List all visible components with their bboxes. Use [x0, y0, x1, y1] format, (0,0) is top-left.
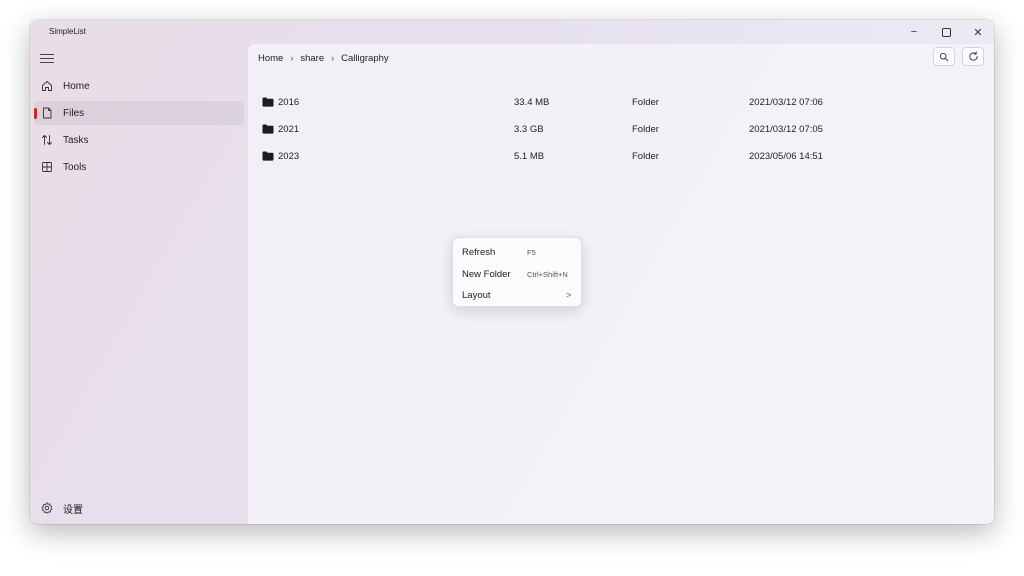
sidebar-item-label: Home — [63, 80, 90, 92]
maximize-icon — [941, 27, 951, 37]
minimize-icon: − — [910, 26, 918, 38]
menu-item-shortcut: Ctrl+Shift+N — [527, 269, 568, 279]
file-name: 2016 — [278, 96, 300, 108]
file-name: 2023 — [278, 150, 300, 162]
file-icon — [41, 107, 53, 119]
refresh-button[interactable] — [962, 47, 984, 66]
maximize-button[interactable] — [930, 20, 962, 44]
file-size: 33.4 MB — [514, 96, 550, 108]
close-button[interactable]: ✕ — [962, 20, 994, 44]
home-icon — [41, 80, 53, 92]
menu-item-label: Layout — [462, 289, 491, 301]
sidebar-item-tasks[interactable]: Tasks — [34, 128, 244, 152]
file-type: Folder — [632, 96, 659, 108]
chevron-right-icon: › — [331, 53, 335, 63]
menu-toggle-icon[interactable] — [40, 54, 54, 66]
file-type: Folder — [632, 123, 659, 135]
search-icon — [939, 52, 949, 61]
folder-icon — [262, 151, 274, 161]
refresh-icon — [968, 51, 978, 61]
file-date: 2021/03/12 07:05 — [749, 123, 823, 135]
breadcrumb-item-calligraphy[interactable]: Calligraphy — [341, 53, 389, 64]
breadcrumb: Home › share › Calligraphy — [258, 50, 389, 66]
sidebar-item-label: Tasks — [63, 134, 89, 146]
menu-item-label: Refresh — [462, 246, 496, 258]
breadcrumb-item-home[interactable]: Home — [258, 53, 283, 64]
file-browser: Home › share › Calligraphy 2016 33.4 MB … — [248, 44, 994, 524]
title-bar[interactable]: SimpleList − ✕ — [30, 20, 994, 44]
file-row[interactable]: 2023 5.1 MB Folder 2023/05/06 14:51 — [252, 145, 990, 167]
sidebar-item-home[interactable]: Home — [34, 74, 244, 98]
transfer-icon — [41, 134, 53, 146]
file-type: Folder — [632, 150, 659, 162]
sidebar: Home Files Tasks Tools 设置 — [30, 44, 248, 524]
search-button[interactable] — [933, 47, 955, 66]
sidebar-item-label: Files — [63, 107, 85, 119]
chevron-right-icon: › — [290, 53, 294, 63]
file-date: 2021/03/12 07:06 — [749, 96, 823, 108]
sidebar-item-settings[interactable]: 设置 — [34, 496, 244, 520]
folder-icon — [262, 97, 274, 107]
sidebar-item-files[interactable]: Files — [34, 101, 244, 125]
folder-icon — [262, 124, 274, 134]
settings-label: 设置 — [63, 504, 83, 516]
menu-item-label: New Folder — [462, 268, 511, 280]
minimize-button[interactable]: − — [898, 20, 930, 44]
chevron-right-icon: > — [566, 290, 572, 300]
gear-icon — [41, 502, 53, 514]
menu-item-new-folder[interactable]: New Folder Ctrl+Shift+N — [456, 264, 578, 284]
file-size: 5.1 MB — [514, 150, 545, 162]
menu-item-layout[interactable]: Layout > — [456, 285, 578, 305]
file-name: 2021 — [278, 123, 300, 135]
menu-item-shortcut: F5 — [527, 247, 536, 257]
file-date: 2023/05/06 14:51 — [749, 150, 823, 162]
sidebar-item-tools[interactable]: Tools — [34, 155, 244, 179]
breadcrumb-item-share[interactable]: share — [300, 53, 324, 64]
app-title: SimpleList — [49, 27, 86, 36]
grid-icon — [41, 161, 53, 173]
file-size: 3.3 GB — [514, 123, 544, 135]
menu-item-refresh[interactable]: Refresh F5 — [456, 242, 578, 262]
file-row[interactable]: 2016 33.4 MB Folder 2021/03/12 07:06 — [252, 91, 990, 113]
sidebar-item-label: Tools — [63, 161, 87, 173]
active-indicator — [34, 108, 37, 119]
context-menu: Refresh F5 New Folder Ctrl+Shift+N Layou… — [452, 237, 582, 307]
close-icon: ✕ — [973, 26, 983, 39]
file-row[interactable]: 2021 3.3 GB Folder 2021/03/12 07:05 — [252, 118, 990, 140]
